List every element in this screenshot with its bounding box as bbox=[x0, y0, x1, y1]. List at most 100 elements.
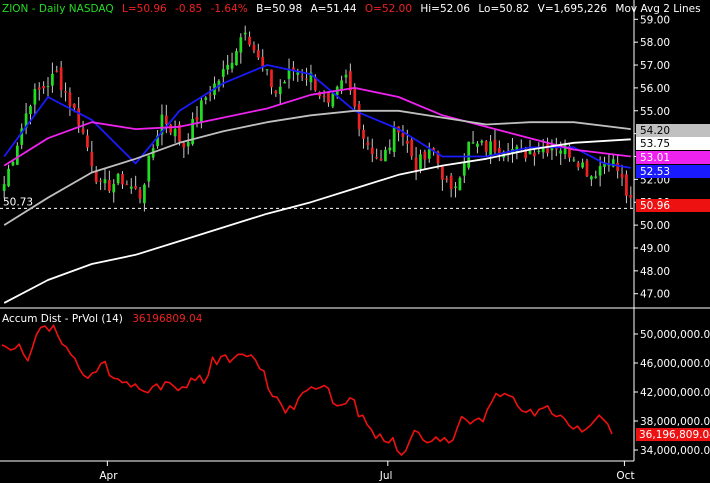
candle-body bbox=[581, 162, 584, 168]
price-flag-label: 50.96 bbox=[640, 200, 670, 212]
candle-body bbox=[270, 69, 273, 88]
candle-body bbox=[576, 162, 580, 168]
candle-body bbox=[37, 87, 41, 90]
candle-body bbox=[471, 142, 475, 144]
candle-body bbox=[467, 141, 471, 168]
candle-body bbox=[90, 151, 94, 167]
candle-body bbox=[15, 145, 19, 165]
candle-body bbox=[493, 139, 497, 152]
candle-body bbox=[528, 150, 532, 155]
candle-body bbox=[235, 51, 238, 66]
open-price: O=52.00 bbox=[364, 3, 412, 15]
indicator-header: Accum Dist - PrVol (14) 36196809.04 bbox=[2, 313, 202, 325]
price-tick-label: 58.00 bbox=[640, 37, 670, 49]
candle-body bbox=[2, 184, 6, 191]
candle-body bbox=[164, 115, 168, 124]
candle-body bbox=[419, 154, 422, 169]
candle-body bbox=[388, 147, 392, 151]
candle-body bbox=[182, 143, 186, 148]
candles bbox=[2, 25, 633, 212]
candle-body bbox=[454, 186, 457, 188]
price-flag-label: 53.01 bbox=[640, 152, 670, 164]
candle-body bbox=[239, 37, 243, 53]
candle-body bbox=[572, 159, 576, 161]
price-tick-label: 48.00 bbox=[640, 266, 670, 278]
price-tick-label: 57.00 bbox=[640, 60, 670, 72]
candle-body bbox=[305, 78, 308, 80]
candle-body bbox=[221, 69, 225, 77]
candle-body bbox=[121, 174, 124, 185]
candle-body bbox=[423, 151, 427, 160]
candle-body bbox=[230, 62, 234, 69]
candle-body bbox=[327, 92, 330, 103]
price-tick-label: 47.00 bbox=[640, 289, 670, 301]
candle-body bbox=[134, 186, 138, 189]
bid-price: B=50.98 bbox=[256, 3, 303, 15]
candle-body bbox=[116, 173, 120, 184]
accum-dist-line bbox=[1, 324, 613, 456]
candle-body bbox=[590, 176, 593, 180]
candle-body bbox=[195, 117, 199, 121]
candle-body bbox=[375, 156, 379, 159]
candle-body bbox=[256, 50, 260, 58]
candle-body bbox=[401, 133, 405, 138]
candle-body bbox=[546, 144, 549, 154]
candle-body bbox=[296, 72, 300, 75]
high-price: Hi=52.06 bbox=[420, 3, 471, 15]
candle-body bbox=[441, 165, 444, 180]
candle-body bbox=[559, 150, 563, 154]
candle-body bbox=[331, 93, 335, 107]
candle-body bbox=[243, 32, 247, 35]
study-name: Mov Avg 2 Lines bbox=[615, 3, 701, 15]
price-change: -0.85 bbox=[175, 3, 203, 15]
candle-body bbox=[616, 162, 620, 171]
symbol-label: ZION - Daily NASDAQ bbox=[2, 3, 114, 15]
candle-body bbox=[11, 161, 15, 166]
candle-body bbox=[458, 177, 462, 191]
candle-body bbox=[143, 184, 146, 204]
candle-body bbox=[64, 91, 67, 93]
candle-body bbox=[51, 73, 54, 86]
candle-body bbox=[226, 64, 230, 70]
ad-tick-label: 38,000,000.00 bbox=[640, 416, 710, 428]
candle-body bbox=[480, 140, 484, 143]
candle-body bbox=[200, 100, 203, 122]
candle-body bbox=[46, 86, 50, 88]
ad-value-flag-label: 36,196,809.04 bbox=[639, 429, 710, 441]
time-tick-label: Jul bbox=[379, 470, 393, 482]
candle-body bbox=[384, 149, 387, 162]
candle-body bbox=[99, 180, 102, 182]
candle-body bbox=[125, 184, 129, 186]
candle-body bbox=[449, 175, 453, 190]
candle-body bbox=[204, 97, 208, 100]
candle-body bbox=[81, 128, 85, 133]
candle-body bbox=[283, 82, 286, 84]
ma-white-line bbox=[3, 138, 631, 304]
candle-body bbox=[322, 96, 326, 98]
candle-body bbox=[186, 142, 190, 147]
candle-body bbox=[248, 36, 251, 45]
indicator-value: 36196809.04 bbox=[132, 313, 203, 325]
price-flag-label: 54.20 bbox=[640, 125, 670, 137]
price-flag-label: 52.53 bbox=[640, 166, 670, 178]
candle-body bbox=[103, 179, 107, 184]
candle-body bbox=[427, 149, 431, 159]
stock-chart-window: 47.0048.0049.0050.0051.0052.0053.0054.00… bbox=[0, 0, 710, 483]
time-tick-label: Oct bbox=[616, 470, 634, 482]
candle-body bbox=[72, 103, 76, 109]
candle-body bbox=[112, 183, 116, 193]
candle-body bbox=[410, 139, 414, 157]
chart-canvas: 47.0048.0049.0050.0051.0052.0053.0054.00… bbox=[0, 0, 710, 482]
candle-body bbox=[537, 150, 541, 152]
candle-body bbox=[445, 178, 449, 180]
candle-body bbox=[344, 74, 348, 78]
candle-body bbox=[629, 194, 633, 198]
candle-body bbox=[7, 168, 10, 187]
candle-body bbox=[208, 94, 212, 96]
candle-body bbox=[462, 163, 466, 176]
candle-body bbox=[379, 158, 383, 161]
candle-body bbox=[497, 148, 501, 154]
ad-tick-label: 42,000,000.00 bbox=[640, 387, 710, 399]
candle-body bbox=[33, 89, 37, 105]
volume: V=1,695,226 bbox=[537, 3, 608, 15]
